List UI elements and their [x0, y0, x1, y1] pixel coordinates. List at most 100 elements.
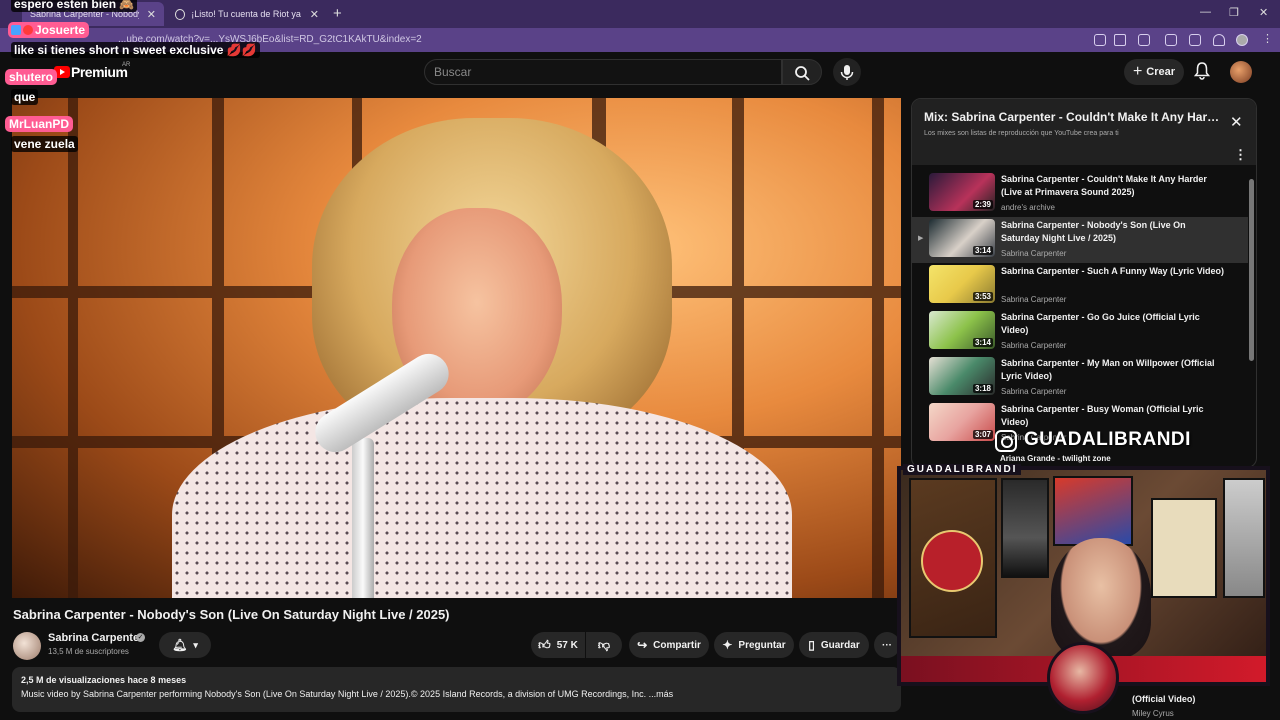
youtube-logo-text[interactable]: Premium [71, 64, 128, 80]
item-channel: Sabrina Carpenter [1001, 249, 1067, 258]
chat-message: que [11, 89, 39, 105]
search-box[interactable] [424, 59, 782, 85]
playlist-item[interactable]: 3:53 Sabrina Carpenter - Such A Funny Wa… [912, 263, 1248, 309]
playlist-next-title[interactable]: Ariana Grande - twilight zone [1000, 454, 1111, 463]
video-mic-stand [352, 438, 374, 598]
voice-search-button[interactable] [833, 58, 861, 86]
playlist-scrollbar[interactable] [1249, 179, 1254, 361]
globe-icon [175, 8, 186, 20]
thumbs-up-icon: 👍︎ [538, 637, 551, 652]
playlist-header: Mix: Sabrina Carpenter - Couldn't Make I… [912, 99, 1256, 165]
browser-tab-bar: Sabrina Carpenter - Nobody's... ✕ ¡Listo… [0, 0, 1280, 28]
like-button[interactable]: 👍︎ 57 K [531, 632, 585, 658]
account-avatar[interactable] [1230, 61, 1252, 83]
more-options-icon[interactable]: ⋮ [1234, 147, 1247, 163]
duration: 3:14 [972, 246, 993, 255]
like-count: 57 K [556, 639, 578, 651]
close-icon[interactable]: ✕ [1230, 113, 1243, 131]
save-label: Guardar [820, 639, 860, 651]
tab-close-icon[interactable]: ✕ [310, 8, 319, 21]
video-thumbnail[interactable]: 3:14 [929, 219, 995, 257]
bell-icon[interactable] [1194, 62, 1210, 80]
video-thumbnail[interactable]: 3:14 [929, 311, 995, 349]
create-label: Crear [1146, 66, 1176, 78]
channel-avatar[interactable] [13, 632, 41, 660]
video-thumbnail[interactable]: 3:53 [929, 265, 995, 303]
item-channel: andre's archive [1001, 203, 1055, 212]
create-button[interactable]: + Crear [1124, 59, 1184, 85]
subscribe-bell-button[interactable]: 🔔︎ ▾ [159, 632, 211, 658]
chat-username-text: Josuerte [35, 23, 86, 37]
close-window-button[interactable]: ✕ [1259, 6, 1268, 19]
video-title: Sabrina Carpenter - Nobody's Son (Live O… [13, 607, 450, 622]
more-icon: ··· [882, 639, 892, 651]
chat-badge-icon [11, 25, 21, 35]
item-title[interactable]: Sabrina Carpenter - Nobody's Son (Live O… [1001, 219, 1226, 245]
video-thumbnail[interactable]: 2:39 [929, 173, 995, 211]
sparkle-icon: ✦ [722, 638, 733, 652]
shield-icon[interactable] [1213, 34, 1225, 46]
ask-label: Preguntar [738, 639, 786, 651]
tab-close-icon[interactable]: ✕ [147, 8, 156, 21]
wanted-poster [1151, 498, 1217, 598]
sidebar-video-title[interactable]: (Official Video) [1132, 694, 1195, 704]
video-player[interactable] [12, 98, 901, 598]
platform-sign [921, 530, 983, 592]
save-button[interactable]: ▯ Guardar [799, 632, 869, 658]
chat-username: Josuerte [8, 22, 90, 38]
share-button[interactable]: ↪ Compartir [629, 632, 709, 658]
description-text[interactable]: Music video by Sabrina Carpenter perform… [21, 689, 673, 699]
profile-icon[interactable] [1236, 34, 1248, 46]
item-title[interactable]: Sabrina Carpenter - Busy Woman (Official… [1001, 403, 1226, 429]
sidebar-video-channel: Miley Cyrus [1132, 709, 1174, 718]
item-title[interactable]: Sabrina Carpenter - Such A Funny Way (Ly… [1001, 265, 1226, 278]
thumbs-down-icon: 👎︎ [597, 637, 611, 652]
extension-icon[interactable] [1094, 34, 1106, 46]
video-thumbnail[interactable]: 3:07 [929, 403, 995, 441]
now-playing-icon: ▶ [918, 235, 924, 242]
ask-button[interactable]: ✦ Preguntar [714, 632, 794, 658]
dislike-button[interactable]: 👎︎ [586, 632, 622, 658]
item-channel: Sabrina Carpenter [1001, 295, 1067, 304]
search-input[interactable] [425, 60, 781, 84]
playlist-subtitle: Los mixes son listas de reproducción que… [924, 130, 1119, 137]
chat-badge-icon [23, 25, 33, 35]
duration: 3:07 [972, 430, 993, 439]
puzzle-icon[interactable] [1138, 34, 1150, 46]
playlist-title[interactable]: Mix: Sabrina Carpenter - Couldn't Make I… [924, 110, 1224, 124]
poster [1001, 478, 1049, 578]
video-thumbnail[interactable]: 3:18 [929, 357, 995, 395]
video-singer-dress [172, 398, 792, 598]
channel-name[interactable]: Sabrina Carpenter [48, 632, 143, 644]
chat-username: MrLuanPD [5, 116, 73, 132]
star-icon[interactable] [1114, 34, 1126, 46]
webcam-label: GUADALIBRANDI [903, 464, 1022, 475]
mic-icon [840, 65, 854, 80]
poster [1053, 476, 1133, 546]
chat-username: shutero [5, 69, 58, 85]
minimize-button[interactable]: — [1200, 6, 1211, 18]
item-title[interactable]: Sabrina Carpenter - Go Go Juice (Officia… [1001, 311, 1226, 337]
poster [1223, 478, 1265, 598]
playlist-item[interactable]: 3:18 Sabrina Carpenter - My Man on Willp… [912, 355, 1248, 401]
item-title[interactable]: Sabrina Carpenter - Couldn't Make It Any… [1001, 173, 1226, 199]
duration: 3:18 [972, 384, 993, 393]
playlist-item-current[interactable]: ▶ 3:14 Sabrina Carpenter - Nobody's Son … [912, 217, 1248, 263]
playlist-item[interactable]: 3:14 Sabrina Carpenter - Go Go Juice (Of… [912, 309, 1248, 355]
restore-button[interactable]: ❐ [1229, 6, 1239, 19]
verified-icon: ✓ [136, 633, 145, 642]
bookmark-icon: ▯ [808, 638, 815, 652]
tab-riot[interactable]: ¡Listo! Tu cuenta de Riot ya está co ✕ [167, 2, 327, 26]
search-button[interactable] [782, 59, 822, 85]
bookmarks-icon[interactable] [1189, 34, 1201, 46]
menu-icon[interactable]: ⋮ [1262, 32, 1274, 45]
item-title[interactable]: Sabrina Carpenter - My Man on Willpower … [1001, 357, 1226, 383]
streamer-avatar [1047, 642, 1119, 714]
tab-label: ¡Listo! Tu cuenta de Riot ya está co [191, 9, 302, 19]
instagram-handle: GUADALIBRANDI [1024, 429, 1191, 450]
playlist-item[interactable]: 2:39 Sabrina Carpenter - Couldn't Make I… [912, 171, 1248, 217]
chevron-down-icon: ▾ [193, 639, 198, 650]
lab-icon[interactable] [1165, 34, 1177, 46]
search-icon [795, 66, 810, 81]
new-tab-button[interactable]: + [333, 5, 342, 22]
